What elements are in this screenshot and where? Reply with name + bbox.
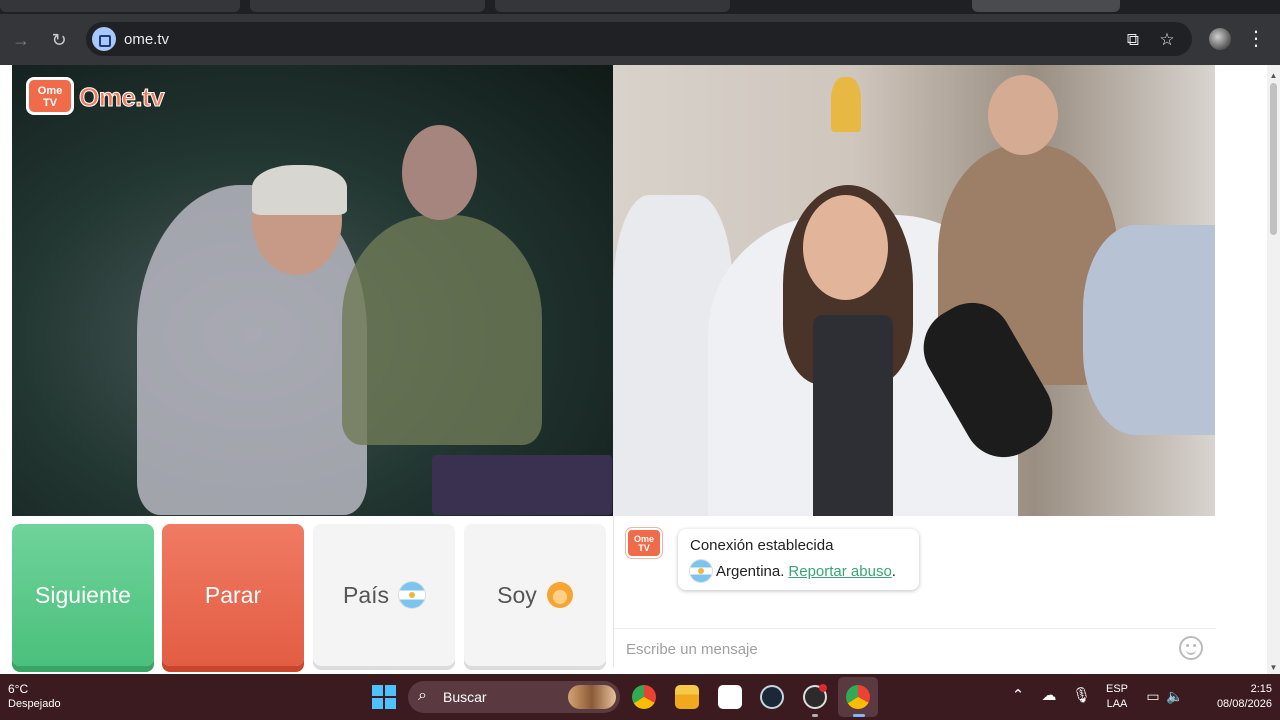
address-bar[interactable]: ome.tv ⧉ ☆ bbox=[86, 22, 1192, 56]
chat-panel: Ome TV Conexión establecida Argentina. R… bbox=[613, 516, 1216, 667]
onedrive-icon[interactable]: ☁ bbox=[1040, 686, 1058, 706]
scroll-down-arrow-icon[interactable]: ▼ bbox=[1269, 663, 1278, 672]
beanie bbox=[252, 165, 347, 215]
gender-button-label: Soy bbox=[497, 581, 537, 608]
country-button[interactable]: País bbox=[313, 524, 455, 666]
steam-icon[interactable] bbox=[760, 685, 784, 709]
video-site-icon[interactable] bbox=[92, 27, 116, 51]
ometv-page: Ome TV Ome.tv Siguiente Parar País Soy O… bbox=[0, 65, 1280, 674]
flag-argentina-icon bbox=[690, 560, 712, 582]
message-row bbox=[614, 628, 1216, 667]
reload-icon[interactable]: ↻ bbox=[47, 28, 71, 52]
browser-toolbar: → ↻ ome.tv ⧉ ☆ ⋮ bbox=[0, 14, 1280, 65]
report-suffix: . bbox=[891, 562, 896, 580]
chrome-icon[interactable] bbox=[632, 685, 656, 709]
weather-widget[interactable]: 6°C Despejado bbox=[8, 682, 61, 712]
three-dots-icon[interactable]: ⋮ bbox=[1246, 26, 1266, 52]
wine-glass bbox=[831, 77, 861, 132]
system-clock[interactable]: 2:15 08/08/2026 bbox=[1196, 682, 1272, 712]
local-video: Ome TV Ome.tv bbox=[12, 65, 613, 516]
smiley-icon[interactable] bbox=[1179, 636, 1203, 660]
active-indicator bbox=[853, 714, 865, 717]
country-button-label: País bbox=[342, 581, 390, 608]
clock-date: 08/08/2026 bbox=[1216, 698, 1272, 710]
flag-argentina-icon bbox=[399, 582, 426, 608]
mixer-device bbox=[432, 455, 612, 515]
windows-start-icon[interactable] bbox=[372, 685, 396, 709]
clock-time: 2:15 bbox=[1250, 683, 1272, 695]
message-input[interactable] bbox=[626, 637, 1166, 661]
chevron-up-icon[interactable]: ⌃ bbox=[1010, 686, 1026, 706]
input-language[interactable]: ESP LAA bbox=[1100, 682, 1134, 712]
ometv-tv-icon: Ome TV bbox=[626, 528, 662, 558]
stop-button-label: Parar bbox=[204, 581, 262, 608]
network-icon[interactable]: ▭ bbox=[1143, 686, 1163, 706]
scroll-thumb[interactable] bbox=[1270, 83, 1277, 235]
weather-condition: Despejado bbox=[8, 698, 61, 710]
person-figure bbox=[1083, 225, 1215, 435]
taskbar: 6°C Despejado ⌕ Buscar ⌃ ☁ 🎙 ESP LAA ▭ 🔈… bbox=[0, 674, 1280, 720]
arrow-right-icon[interactable]: → bbox=[9, 28, 33, 52]
file-explorer-icon[interactable] bbox=[675, 685, 699, 709]
weather-temperature: 6°C bbox=[8, 682, 29, 696]
country-name: Argentina. bbox=[716, 562, 785, 580]
browser-tab[interactable] bbox=[972, 0, 1120, 12]
report-abuse-link[interactable]: Reportar abuso bbox=[788, 563, 891, 580]
remote-video bbox=[613, 65, 1215, 516]
notification-dot bbox=[819, 684, 827, 692]
search-label: Buscar bbox=[443, 689, 487, 705]
tab-strip bbox=[0, 0, 1280, 14]
next-button[interactable]: Siguiente bbox=[12, 524, 154, 666]
scroll-up-arrow-icon[interactable]: ▲ bbox=[1269, 71, 1278, 80]
taskbar-search[interactable]: ⌕ Buscar bbox=[408, 681, 620, 713]
search-highlight-image bbox=[568, 685, 616, 709]
gender-button[interactable]: Soy bbox=[464, 524, 606, 666]
microphone-icon[interactable]: 🎙 bbox=[1072, 686, 1091, 706]
capcut-icon[interactable] bbox=[718, 685, 742, 709]
browser-tab[interactable] bbox=[0, 0, 240, 12]
running-indicator bbox=[812, 714, 818, 717]
person-head bbox=[402, 125, 477, 220]
person-head bbox=[988, 75, 1058, 155]
tv-icon: Ome TV bbox=[26, 77, 74, 115]
speaker-icon[interactable]: 🔈 bbox=[1166, 686, 1184, 706]
connection-status: Conexión establecida bbox=[690, 537, 834, 554]
browser-tab[interactable] bbox=[495, 0, 730, 12]
profile-avatar[interactable] bbox=[1209, 28, 1231, 50]
logo-text: Ome.tv bbox=[78, 82, 165, 113]
star-icon[interactable]: ☆ bbox=[1157, 30, 1177, 50]
url-text[interactable]: ome.tv bbox=[124, 31, 169, 48]
browser-tab[interactable] bbox=[250, 0, 485, 12]
system-message: Conexión establecida Argentina. Reportar… bbox=[678, 529, 919, 590]
stop-button[interactable]: Parar bbox=[162, 524, 304, 666]
chrome-active-icon[interactable] bbox=[846, 685, 870, 709]
woman-emoji-icon bbox=[546, 582, 573, 608]
page-scrollbar[interactable]: ▲ ▼ bbox=[1267, 65, 1280, 674]
next-button-label: Siguiente bbox=[35, 581, 131, 608]
person-face bbox=[803, 195, 888, 300]
install-app-icon[interactable]: ⧉ bbox=[1123, 30, 1143, 50]
person-figure bbox=[342, 215, 542, 445]
dark-top bbox=[813, 315, 893, 516]
search-icon: ⌕ bbox=[418, 687, 427, 704]
country-line: Argentina. Reportar abuso. bbox=[690, 560, 907, 582]
